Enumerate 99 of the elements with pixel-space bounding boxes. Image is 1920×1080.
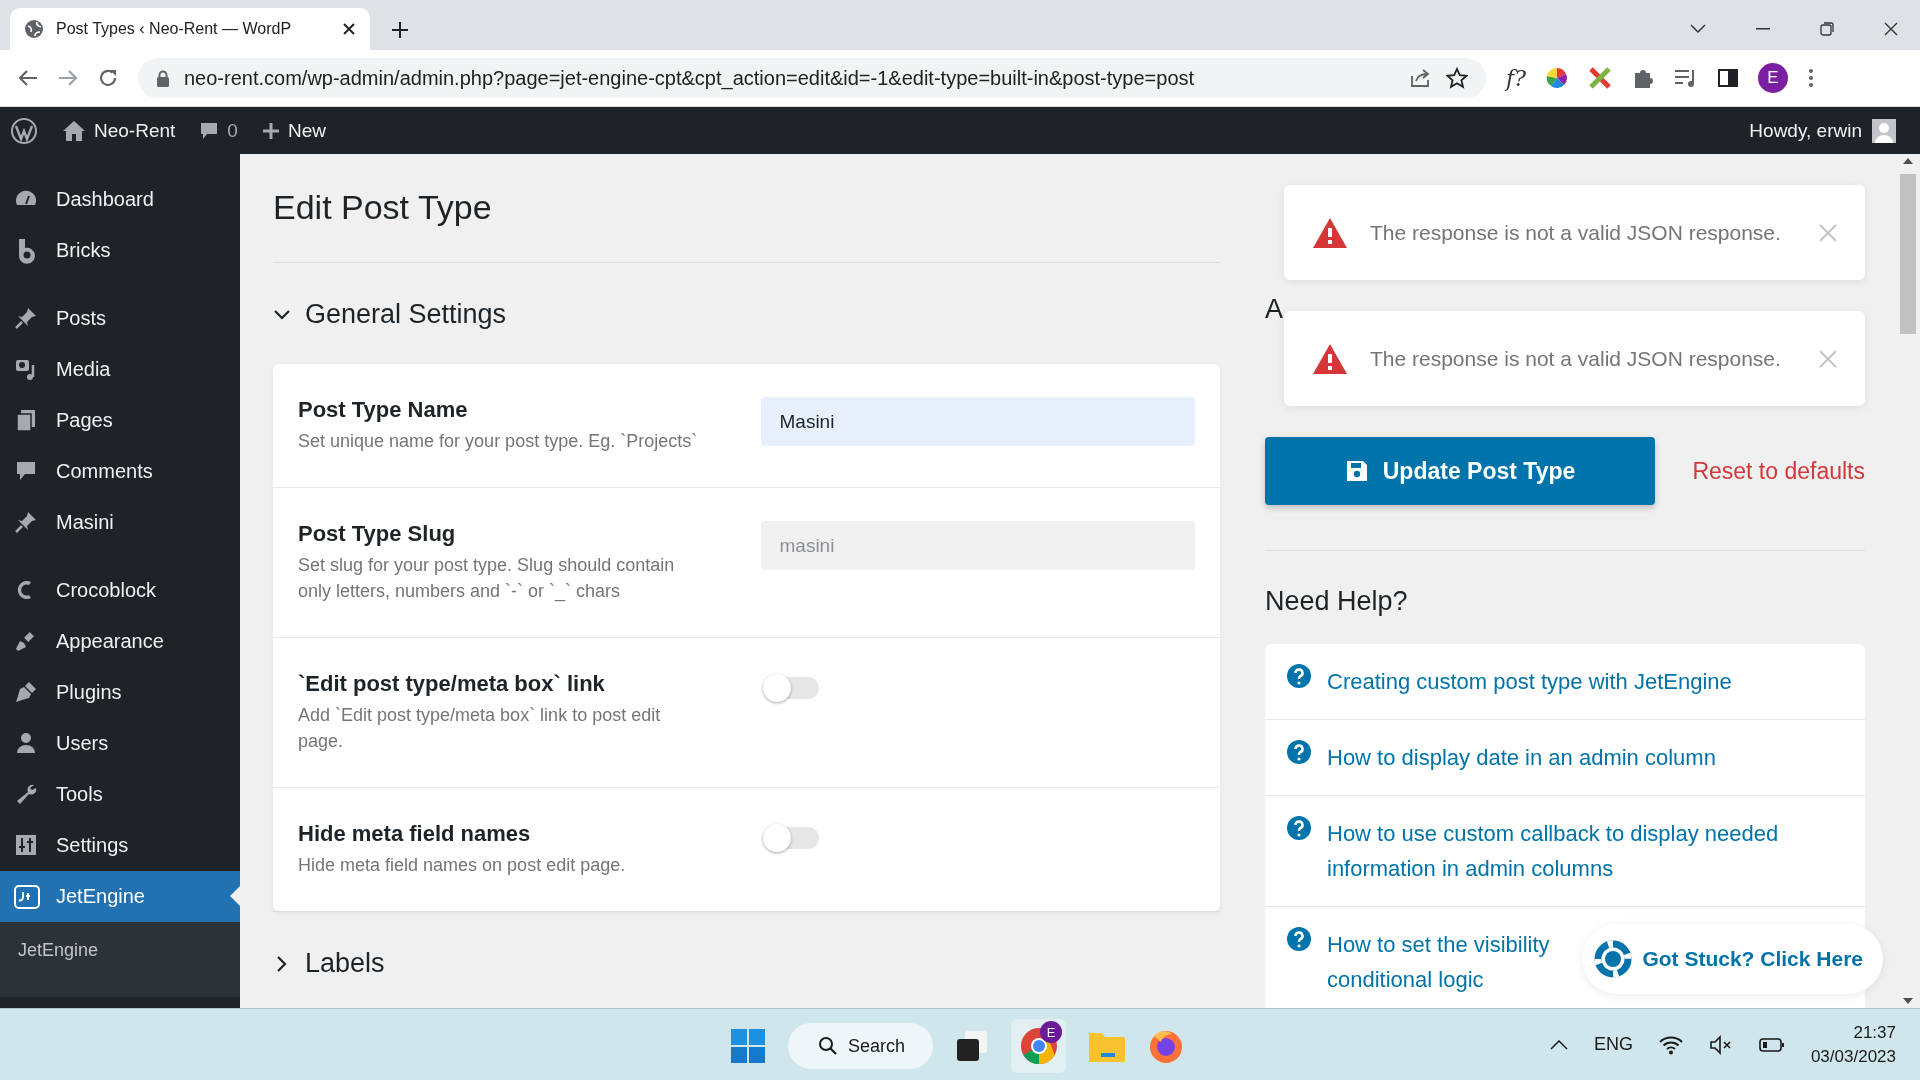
field-label: Hide meta field names xyxy=(298,821,532,847)
globe-icon xyxy=(24,19,44,39)
wifi-icon[interactable] xyxy=(1658,1034,1683,1055)
clock-date[interactable]: 03/03/2023 xyxy=(1810,1046,1896,1067)
sidebar-item[interactable]: Plugins xyxy=(0,667,240,718)
warning-icon xyxy=(1312,342,1348,375)
sidebar-item[interactable]: JetEngine xyxy=(0,871,240,922)
menu-item-icon xyxy=(14,883,40,910)
sidebar-item[interactable]: Comments xyxy=(0,446,240,497)
current-pointer xyxy=(230,886,240,906)
extension-text[interactable]: f? xyxy=(1506,65,1526,91)
help-icon xyxy=(1287,927,1311,951)
profile-badge: E xyxy=(1040,1021,1062,1043)
save-icon xyxy=(1344,459,1369,483)
profile-avatar[interactable]: E xyxy=(1757,63,1788,93)
help-link[interactable]: How to use custom callback to display needed information in admin columns xyxy=(1327,816,1843,886)
back-icon[interactable] xyxy=(18,69,38,87)
close-icon[interactable] xyxy=(342,22,356,36)
sidebar-item[interactable]: Masini xyxy=(0,497,240,548)
warning-icon xyxy=(1312,216,1348,249)
help-link[interactable]: Creating custom post type with JetEngine xyxy=(1327,664,1732,699)
firefox-icon[interactable] xyxy=(1148,1028,1184,1064)
lifebuoy-icon xyxy=(1594,940,1633,978)
battery-icon[interactable] xyxy=(1758,1036,1785,1053)
help-icon xyxy=(1287,816,1311,840)
muted-speaker-icon[interactable] xyxy=(1708,1034,1733,1055)
star-icon[interactable] xyxy=(1446,67,1468,89)
windows-start-icon[interactable] xyxy=(730,1028,766,1064)
wordpress-logo-icon[interactable] xyxy=(10,116,38,145)
update-button[interactable]: Update Post Type xyxy=(1265,437,1655,505)
address-bar[interactable]: neo-rent.com/wp-admin/admin.php?page=jet-engine-cpt&cpt_action=edit&id=-1&edit-type=built-in&post-type=post xyxy=(138,58,1486,98)
help-title: Need Help? xyxy=(1265,586,1409,617)
comment-icon xyxy=(199,120,220,141)
close-icon[interactable] xyxy=(1884,22,1898,36)
sidebar-item[interactable]: Pages xyxy=(0,395,240,446)
sidebar-item[interactable]: Tools xyxy=(0,769,240,820)
toast-message: The response is not a valid JSON response. xyxy=(1370,220,1782,245)
chrome-taskbar-button[interactable]: E xyxy=(1011,1019,1066,1073)
menu-icon[interactable] xyxy=(1807,68,1814,88)
scroll-down-icon[interactable] xyxy=(1902,998,1913,1004)
sidebar-item[interactable]: Settings xyxy=(0,820,240,871)
field-description: Set unique name for your post type. Eg. `Projects` xyxy=(298,430,699,453)
field-label: Post Type Name xyxy=(298,397,469,423)
toggle-switch[interactable] xyxy=(763,827,819,849)
reload-icon[interactable] xyxy=(98,68,118,88)
sidebar-item[interactable]: Users xyxy=(0,718,240,769)
tab-title: Post Types ‹ Neo-Rent — WordP xyxy=(56,20,293,38)
section-title[interactable]: Labels xyxy=(305,948,385,979)
share-icon[interactable] xyxy=(1410,68,1432,88)
color-wheel-icon[interactable] xyxy=(1545,67,1568,89)
restore-icon[interactable] xyxy=(1820,22,1834,36)
comments-link[interactable]: 0 xyxy=(199,119,238,142)
lock-icon xyxy=(156,69,170,87)
new-tab-icon[interactable] xyxy=(390,20,410,40)
cross-icon[interactable] xyxy=(1587,66,1612,90)
sidebar-item[interactable]: Media xyxy=(0,344,240,395)
greeting-text[interactable]: Howdy, erwin xyxy=(1749,119,1862,142)
toggle-switch[interactable] xyxy=(763,677,819,699)
sidebar-item[interactable]: Appearance xyxy=(0,616,240,667)
browser-tab[interactable]: Post Types ‹ Neo-Rent — WordP xyxy=(10,8,370,50)
search-icon xyxy=(818,1036,838,1056)
reset-link[interactable]: Reset to defaults xyxy=(1692,457,1865,485)
text-input[interactable]: masini xyxy=(761,521,1195,570)
sidebar-item[interactable]: Posts xyxy=(0,293,240,344)
new-link[interactable]: New xyxy=(261,119,326,142)
clock-time[interactable]: 21:37 xyxy=(1853,1022,1896,1043)
page-title: Edit Post Type xyxy=(273,188,493,227)
field-label: `Edit post type/meta box` link xyxy=(298,671,606,697)
field-description: Set slug for your post type. Slug should contain only letters, numbers and `-` or `_` chars xyxy=(298,554,676,604)
field-description: Hide meta field names on post edit page. xyxy=(298,854,627,877)
field-description: Add `Edit post type/meta box` link to post edit page. xyxy=(298,704,662,753)
got-stuck-button[interactable]: Got Stuck? Click Here xyxy=(1582,924,1883,994)
help-icon xyxy=(1287,664,1311,688)
section-title[interactable]: General Settings xyxy=(305,299,507,330)
language-indicator[interactable]: ENG xyxy=(1593,1034,1633,1055)
toast-message: The response is not a valid JSON response. xyxy=(1370,346,1782,371)
sidebar-item[interactable]: Crocoblock xyxy=(0,565,240,616)
text-input[interactable]: Masini xyxy=(761,397,1195,446)
plus-icon xyxy=(261,121,280,140)
sidebar-item[interactable]: Dashboard xyxy=(0,174,240,225)
taskbar-search[interactable]: Search xyxy=(788,1023,933,1069)
help-icon xyxy=(1287,740,1311,764)
scroll-thumb[interactable] xyxy=(1899,174,1916,334)
side-panel-icon[interactable] xyxy=(1717,68,1738,88)
url-text: neo-rent.com/wp-admin/admin.php?page=jet-engine-cpt&cpt_action=edit&id=-1&edit-type=built-in&post-type=post xyxy=(184,66,1196,90)
help-link[interactable]: How to set the visibility conditional logic xyxy=(1327,927,1575,997)
forward-icon[interactable] xyxy=(58,69,78,87)
site-name-link[interactable]: Neo-Rent xyxy=(62,119,176,142)
sidebar-item[interactable]: Bricks xyxy=(0,225,240,276)
help-link[interactable]: How to display date in an admin column xyxy=(1327,740,1716,775)
field-label: Post Type Slug xyxy=(298,521,457,547)
actions-title: A xyxy=(1265,294,1284,325)
scroll-up-icon[interactable] xyxy=(1902,158,1913,164)
task-view-icon[interactable] xyxy=(955,1029,989,1063)
avatar-icon[interactable] xyxy=(1872,118,1896,143)
chevron-down-icon[interactable] xyxy=(1690,24,1706,34)
minimize-icon[interactable] xyxy=(1756,28,1770,30)
home-icon xyxy=(62,119,86,142)
chevron-up-icon[interactable] xyxy=(1549,1039,1568,1050)
